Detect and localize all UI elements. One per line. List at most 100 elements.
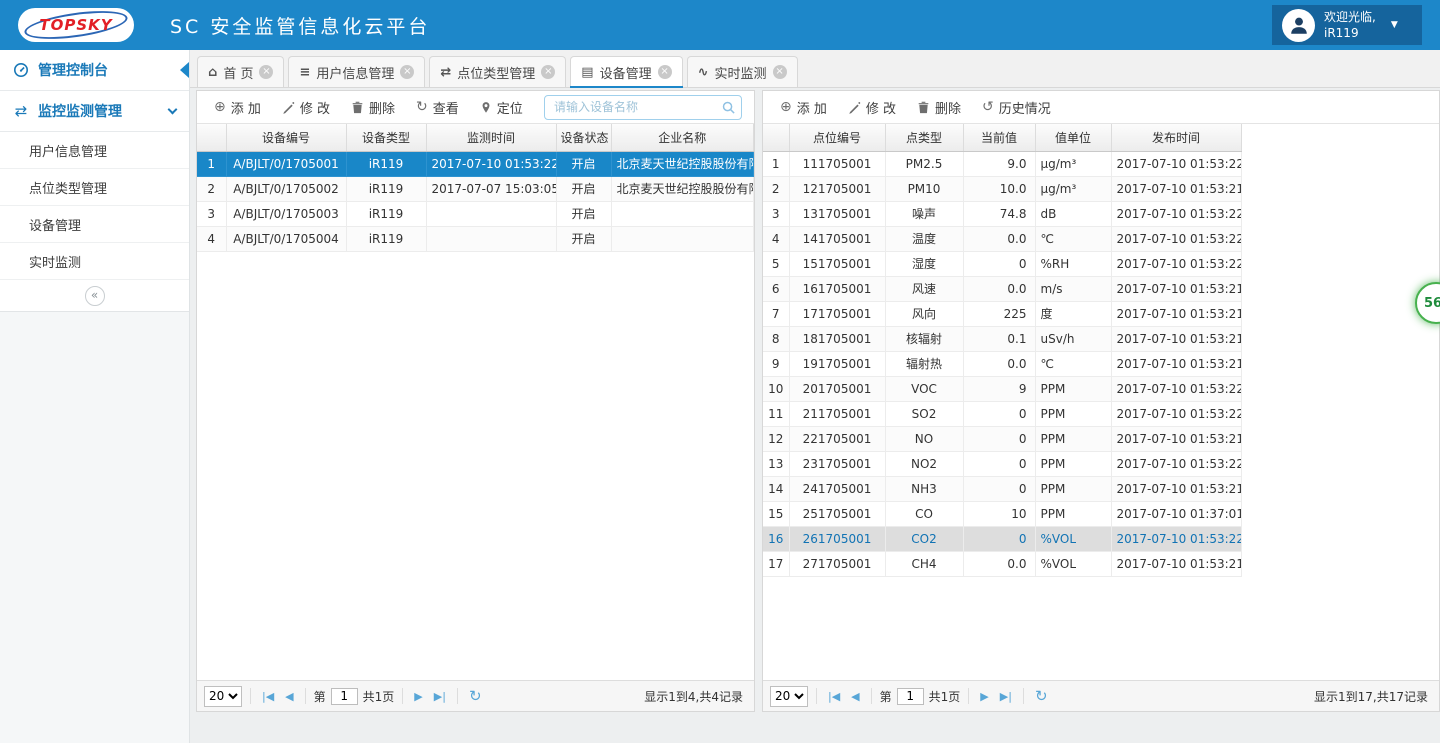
top-bar: TOPSKY SC 安全监管信息化云平台 欢迎光临, iR119 ▼ <box>0 0 1440 50</box>
page-size-select[interactable]: 20 <box>770 686 808 707</box>
table-row[interactable]: 11211705001SO20PPM2017-07-10 01:53:22 <box>763 401 1241 426</box>
table-row[interactable]: 10201705001VOC9PPM2017-07-10 01:53:22 <box>763 376 1241 401</box>
chevron-down-icon[interactable]: ▼ <box>1391 20 1398 30</box>
value-unit-cell: 度 <box>1035 301 1111 326</box>
row-number-cell: 3 <box>763 201 789 226</box>
table-row[interactable]: 16261705001CO20%VOL2017-07-10 01:53:22 <box>763 526 1241 551</box>
col-publish-time[interactable]: 发布时间 <box>1111 124 1241 151</box>
first-page-button[interactable]: |◀ <box>825 690 843 703</box>
page-number-input[interactable] <box>331 688 358 705</box>
col-point-id[interactable]: 点位编号 <box>789 124 885 151</box>
point-id-cell: 271705001 <box>789 551 885 576</box>
tab-user-info[interactable]: ≡ 用户信息管理 × <box>288 56 425 87</box>
sidebar-item-point-type[interactable]: 点位类型管理 <box>0 169 189 206</box>
refresh-button[interactable]: ↻ <box>1032 687 1051 705</box>
tab-home[interactable]: ⌂ 首 页 × <box>197 56 284 87</box>
delete-button[interactable]: 删除 <box>342 94 404 120</box>
value-unit-cell: ℃ <box>1035 351 1111 376</box>
tab-label: 点位类型管理 <box>457 63 535 82</box>
value-unit-cell: ℃ <box>1035 226 1111 251</box>
edit-button[interactable]: 修 改 <box>839 94 905 120</box>
tab-realtime[interactable]: ∿ 实时监测 × <box>687 56 798 87</box>
next-page-button[interactable]: ▶ <box>411 690 425 703</box>
refresh-button[interactable]: ↻ <box>466 687 485 705</box>
search-input[interactable] <box>544 95 742 120</box>
last-page-button[interactable]: ▶| <box>431 690 449 703</box>
divider <box>305 688 306 704</box>
col-device-status[interactable]: 设备状态 <box>556 124 611 151</box>
table-row[interactable]: 3A/BJLT/0/1705003iR119开启 <box>197 201 754 226</box>
table-row[interactable]: 13231705001NO20PPM2017-07-10 01:53:22 <box>763 451 1241 476</box>
next-page-button[interactable]: ▶ <box>977 690 991 703</box>
col-monitor-time[interactable]: 监测时间 <box>426 124 556 151</box>
plus-circle-icon: ⊕ <box>780 100 792 114</box>
col-device-id[interactable]: 设备编号 <box>226 124 346 151</box>
point-id-cell: 241705001 <box>789 476 885 501</box>
table-row[interactable]: 14241705001NH30PPM2017-07-10 01:53:21 <box>763 476 1241 501</box>
sidebar-item-monitor-mgmt[interactable]: ⇄ 监控监测管理 <box>0 91 189 132</box>
first-page-button[interactable]: |◀ <box>259 690 277 703</box>
value-unit-cell: PPM <box>1035 501 1111 526</box>
table-row[interactable]: 6161705001风速0.0m/s2017-07-10 01:53:21 <box>763 276 1241 301</box>
table-row[interactable]: 9191705001辐射热0.0℃2017-07-10 01:53:21 <box>763 351 1241 376</box>
add-button[interactable]: ⊕ 添 加 <box>205 94 270 120</box>
value-unit-cell: m/s <box>1035 276 1111 301</box>
sidebar-item-device-mgmt[interactable]: 设备管理 <box>0 206 189 243</box>
current-value-cell: 0 <box>963 451 1035 476</box>
col-point-type[interactable]: 点类型 <box>885 124 963 151</box>
page-label-suffix: 共1页 <box>363 688 395 705</box>
col-device-type[interactable]: 设备类型 <box>346 124 426 151</box>
view-button[interactable]: ↻ 查看 <box>407 94 468 120</box>
page-size-select[interactable]: 20 <box>204 686 242 707</box>
locate-button[interactable]: 定位 <box>471 94 532 120</box>
close-icon[interactable]: × <box>773 65 787 79</box>
history-button[interactable]: ↺ 历史情况 <box>973 94 1060 120</box>
table-row[interactable]: 4141705001温度0.0℃2017-07-10 01:53:22 <box>763 226 1241 251</box>
table-row[interactable]: 12221705001NO0PPM2017-07-10 01:53:21 <box>763 426 1241 451</box>
table-row[interactable]: 15251705001CO10PPM2017-07-10 01:37:01 <box>763 501 1241 526</box>
user-menu[interactable]: 欢迎光临, iR119 ▼ <box>1272 5 1422 45</box>
close-icon[interactable]: × <box>400 65 414 79</box>
col-value-unit[interactable]: 值单位 <box>1035 124 1111 151</box>
table-row[interactable]: 4A/BJLT/0/1705004iR119开启 <box>197 226 754 251</box>
close-icon[interactable]: × <box>658 65 672 79</box>
divider <box>250 688 251 704</box>
table-row[interactable]: 3131705001噪声74.8dB2017-07-10 01:53:22 <box>763 201 1241 226</box>
sidebar-item-realtime[interactable]: 实时监测 <box>0 243 189 280</box>
table-row[interactable]: 1111705001PM2.59.0μg/m³2017-07-10 01:53:… <box>763 151 1241 176</box>
sidebar-item-console[interactable]: 管理控制台 <box>0 50 189 91</box>
close-icon[interactable]: × <box>259 65 273 79</box>
value-unit-cell: %VOL <box>1035 551 1111 576</box>
trash-icon <box>917 101 930 114</box>
point-type-cell: 噪声 <box>885 201 963 226</box>
col-company[interactable]: 企业名称 <box>611 124 754 151</box>
sidebar-item-user-info[interactable]: 用户信息管理 <box>0 132 189 169</box>
table-row[interactable]: 7171705001风向225度2017-07-10 01:53:21 <box>763 301 1241 326</box>
edit-button[interactable]: 修 改 <box>273 94 339 120</box>
search-icon[interactable] <box>721 100 736 115</box>
table-row[interactable]: 8181705001核辐射0.1uSv/h2017-07-10 01:53:21 <box>763 326 1241 351</box>
sidebar-collapse-button[interactable]: « <box>85 286 105 306</box>
tab-device-mgmt[interactable]: ▤ 设备管理 × <box>570 56 682 87</box>
col-current-value[interactable]: 当前值 <box>963 124 1035 151</box>
prev-page-button[interactable]: ◀ <box>848 690 862 703</box>
page-number-input[interactable] <box>897 688 924 705</box>
view-refresh-icon: ↻ <box>416 100 428 114</box>
delete-button[interactable]: 删除 <box>908 94 970 120</box>
close-icon[interactable]: × <box>541 65 555 79</box>
tab-point-type[interactable]: ⇄ 点位类型管理 × <box>429 56 566 87</box>
button-label: 定位 <box>497 98 523 117</box>
current-value-cell: 0.0 <box>963 351 1035 376</box>
prev-page-button[interactable]: ◀ <box>282 690 296 703</box>
table-row[interactable]: 2121705001PM1010.0μg/m³2017-07-10 01:53:… <box>763 176 1241 201</box>
point-id-cell: 131705001 <box>789 201 885 226</box>
table-row[interactable]: 5151705001湿度0%RH2017-07-10 01:53:22 <box>763 251 1241 276</box>
add-button[interactable]: ⊕ 添 加 <box>771 94 836 120</box>
publish-time-cell: 2017-07-10 01:53:21 <box>1111 476 1241 501</box>
table-row[interactable]: 1A/BJLT/0/1705001iR1192017-07-10 01:53:2… <box>197 151 754 176</box>
device-table-area: 设备编号 设备类型 监测时间 设备状态 企业名称 1A/BJLT/0/17050… <box>197 124 754 680</box>
last-page-button[interactable]: ▶| <box>997 690 1015 703</box>
table-row[interactable]: 2A/BJLT/0/1705002iR1192017-07-07 15:03:0… <box>197 176 754 201</box>
table-row[interactable]: 17271705001CH40.0%VOL2017-07-10 01:53:21 <box>763 551 1241 576</box>
point-type-cell: NO <box>885 426 963 451</box>
